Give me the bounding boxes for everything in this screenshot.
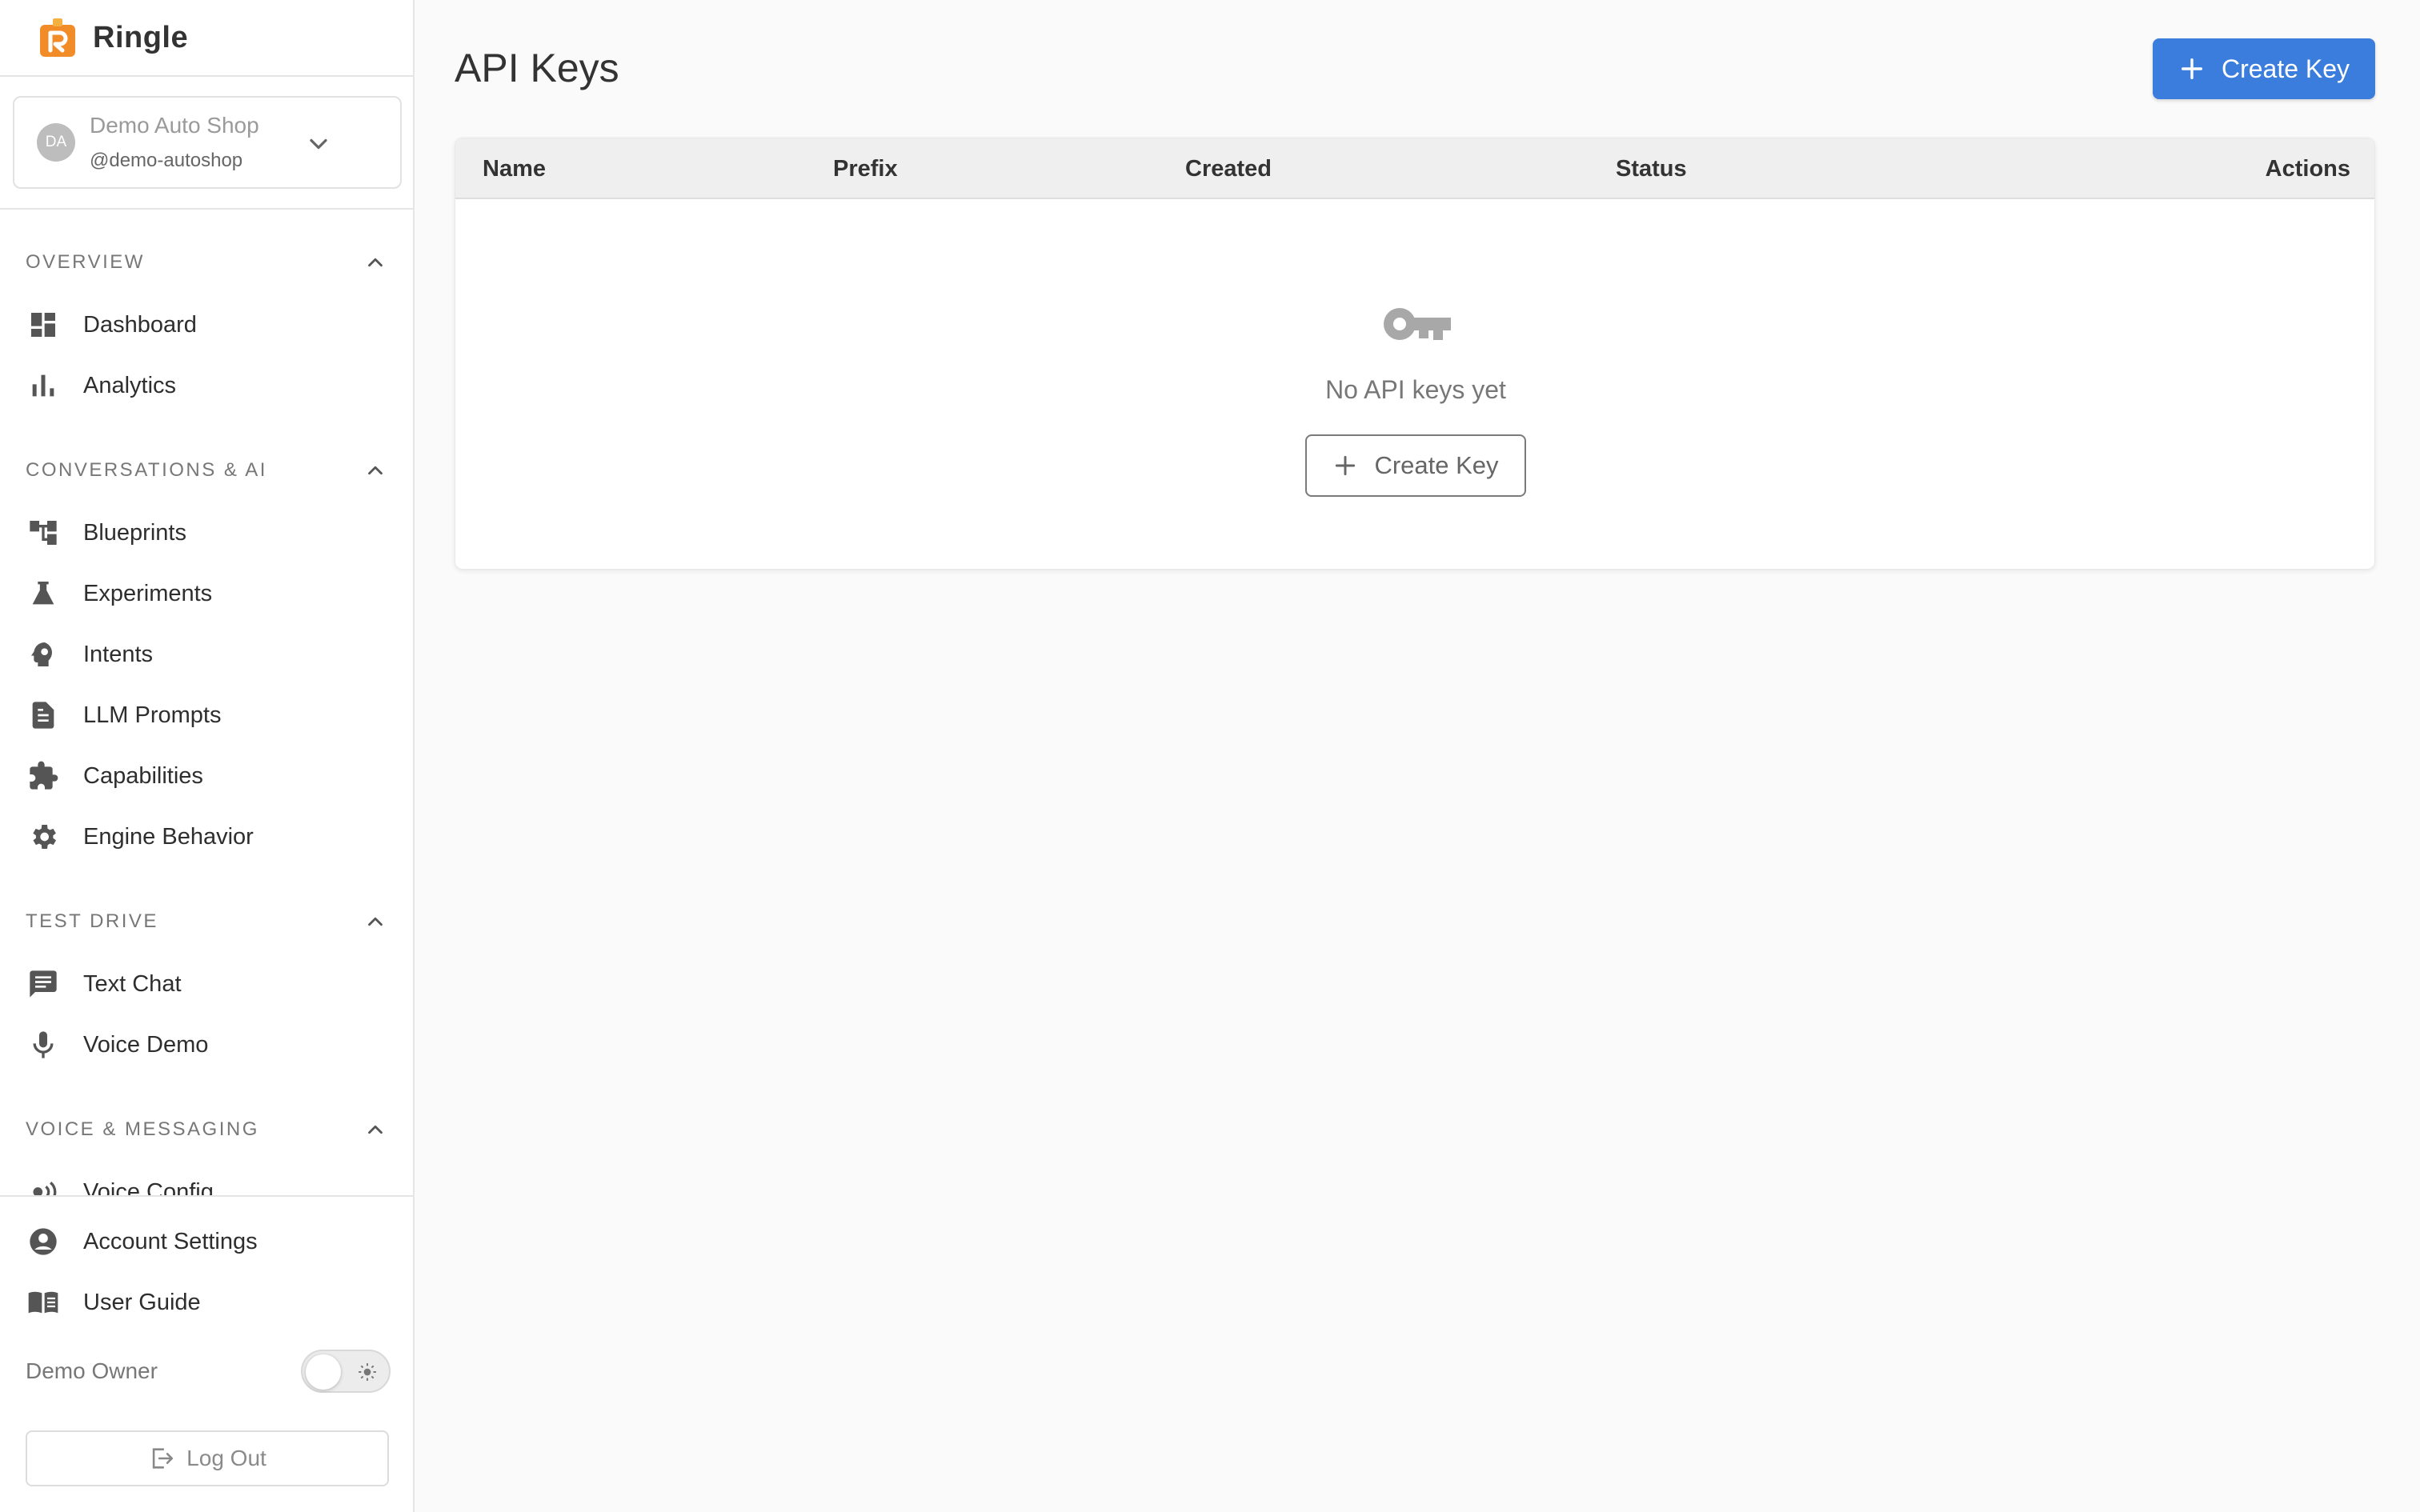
sidebar-item-voice-demo[interactable]: Voice Demo: [26, 1021, 394, 1069]
plus-icon: [1336, 455, 1356, 476]
voice-wave-icon: [26, 1174, 61, 1195]
sidebar-item-label: Voice Config: [83, 1178, 214, 1196]
chevron-down-icon: [310, 138, 327, 150]
sidebar-item-experiments[interactable]: Experiments: [26, 570, 394, 618]
user-name: Demo Owner: [26, 1358, 158, 1383]
column-header-prefix[interactable]: Prefix: [833, 156, 898, 182]
brand[interactable]: Ringle: [0, 0, 413, 77]
section-header-overview[interactable]: OVERVIEW: [26, 246, 387, 278]
sidebar-nav[interactable]: OVERVIEW Dashboard Analytics CONVERSATIO…: [0, 210, 413, 1195]
sidebar-item-user-guide[interactable]: User Guide: [26, 1278, 394, 1326]
section-header-test-drive[interactable]: TEST DRIVE: [26, 906, 387, 938]
logout-icon: [152, 1448, 174, 1469]
sidebar-item-label: Dashboard: [83, 311, 197, 338]
section-title: TEST DRIVE: [26, 910, 158, 932]
sidebar-item-label: Voice Demo: [83, 1031, 209, 1058]
workspace-switcher[interactable]: DA Demo Auto Shop @demo-autoshop: [13, 96, 402, 189]
empty-state-create-key-button[interactable]: Create Key: [1305, 434, 1526, 497]
sidebar-item-label: User Guide: [83, 1289, 201, 1315]
toggle-knob: [306, 1354, 341, 1390]
chevron-up-icon: [368, 466, 383, 475]
brand-name: Ringle: [93, 20, 189, 54]
sidebar-item-capabilities[interactable]: Capabilities: [26, 752, 394, 800]
sidebar-item-label: Blueprints: [83, 519, 186, 546]
section-header-voice-messaging[interactable]: VOICE & MESSAGING: [26, 1114, 387, 1146]
sidebar-item-label: Account Settings: [83, 1228, 258, 1254]
table-header: Name Prefix Created Status Actions: [455, 138, 2374, 199]
sidebar-item-account-settings[interactable]: Account Settings: [26, 1218, 394, 1266]
flask-icon: [26, 576, 61, 611]
chevron-up-icon: [368, 917, 383, 926]
chevron-up-icon: [368, 258, 383, 267]
plus-icon: [2181, 58, 2202, 80]
user-row: Demo Owner: [26, 1349, 391, 1394]
sidebar-item-label: Engine Behavior: [83, 823, 254, 850]
sidebar-item-llm-prompts[interactable]: LLM Prompts: [26, 691, 394, 739]
puzzle-icon: [26, 758, 61, 794]
sidebar-item-dashboard[interactable]: Dashboard: [26, 301, 394, 349]
section-title: CONVERSATIONS & AI: [26, 459, 267, 481]
sidebar-item-blueprints[interactable]: Blueprints: [26, 509, 394, 557]
sidebar-item-engine-behavior[interactable]: Engine Behavior: [26, 813, 394, 861]
column-header-name[interactable]: Name: [483, 156, 546, 182]
create-key-button[interactable]: Create Key: [2153, 38, 2375, 99]
page-title: API Keys: [455, 46, 619, 90]
create-key-label: Create Key: [2221, 54, 2350, 83]
column-header-created[interactable]: Created: [1185, 156, 1272, 182]
app-root: Ringle DA Demo Auto Shop @demo-autoshop …: [0, 0, 2420, 1512]
empty-state-message: No API keys yet: [1325, 375, 1506, 404]
sidebar-item-analytics[interactable]: Analytics: [26, 362, 394, 410]
column-header-status[interactable]: Status: [1616, 156, 1687, 182]
microphone-icon: [26, 1027, 61, 1062]
section-title: OVERVIEW: [26, 251, 145, 273]
book-icon: [26, 1285, 61, 1320]
api-keys-table: Name Prefix Created Status Actions No AP…: [455, 138, 2375, 570]
logout-label: Log Out: [186, 1446, 266, 1470]
sidebar-item-intents[interactable]: Intents: [26, 630, 394, 678]
chevron-up-icon: [368, 1125, 383, 1134]
sun-icon: [359, 1363, 376, 1381]
sidebar-item-label: Experiments: [83, 580, 213, 606]
logout-button[interactable]: Log Out: [26, 1430, 389, 1486]
empty-state-create-key-label: Create Key: [1374, 451, 1499, 479]
sidebar-item-label: Analytics: [83, 372, 177, 398]
document-icon: [26, 698, 61, 733]
section-title: VOICE & MESSAGING: [26, 1118, 259, 1140]
sidebar-item-label: Text Chat: [83, 970, 182, 997]
sidebar-item-label: Intents: [83, 641, 154, 667]
brain-head-icon: [26, 637, 61, 672]
ringle-logo-icon: [40, 18, 75, 57]
chat-icon: [26, 966, 61, 1002]
workspace-handle: @demo-autoshop: [90, 150, 243, 171]
account-circle-icon: [26, 1224, 61, 1259]
tree-icon: [26, 515, 61, 550]
sidebar-item-voice-config[interactable]: Voice Config: [26, 1168, 394, 1195]
sidebar-item-label: Capabilities: [83, 762, 203, 789]
workspace-name: Demo Auto Shop: [90, 113, 259, 138]
column-header-actions: Actions: [2265, 156, 2350, 182]
theme-toggle[interactable]: [301, 1350, 391, 1393]
gear-icon: [26, 819, 61, 854]
section-header-conversations-ai[interactable]: CONVERSATIONS & AI: [26, 454, 387, 486]
workspace-avatar: DA: [37, 123, 75, 162]
dashboard-icon: [26, 307, 61, 342]
sidebar-item-label: LLM Prompts: [83, 702, 222, 728]
sidebar-item-text-chat[interactable]: Text Chat: [26, 960, 394, 1008]
sidebar: Ringle DA Demo Auto Shop @demo-autoshop …: [0, 0, 415, 1512]
bar-chart-icon: [26, 368, 61, 403]
divider: [0, 1195, 413, 1197]
key-icon: [1384, 308, 1451, 340]
